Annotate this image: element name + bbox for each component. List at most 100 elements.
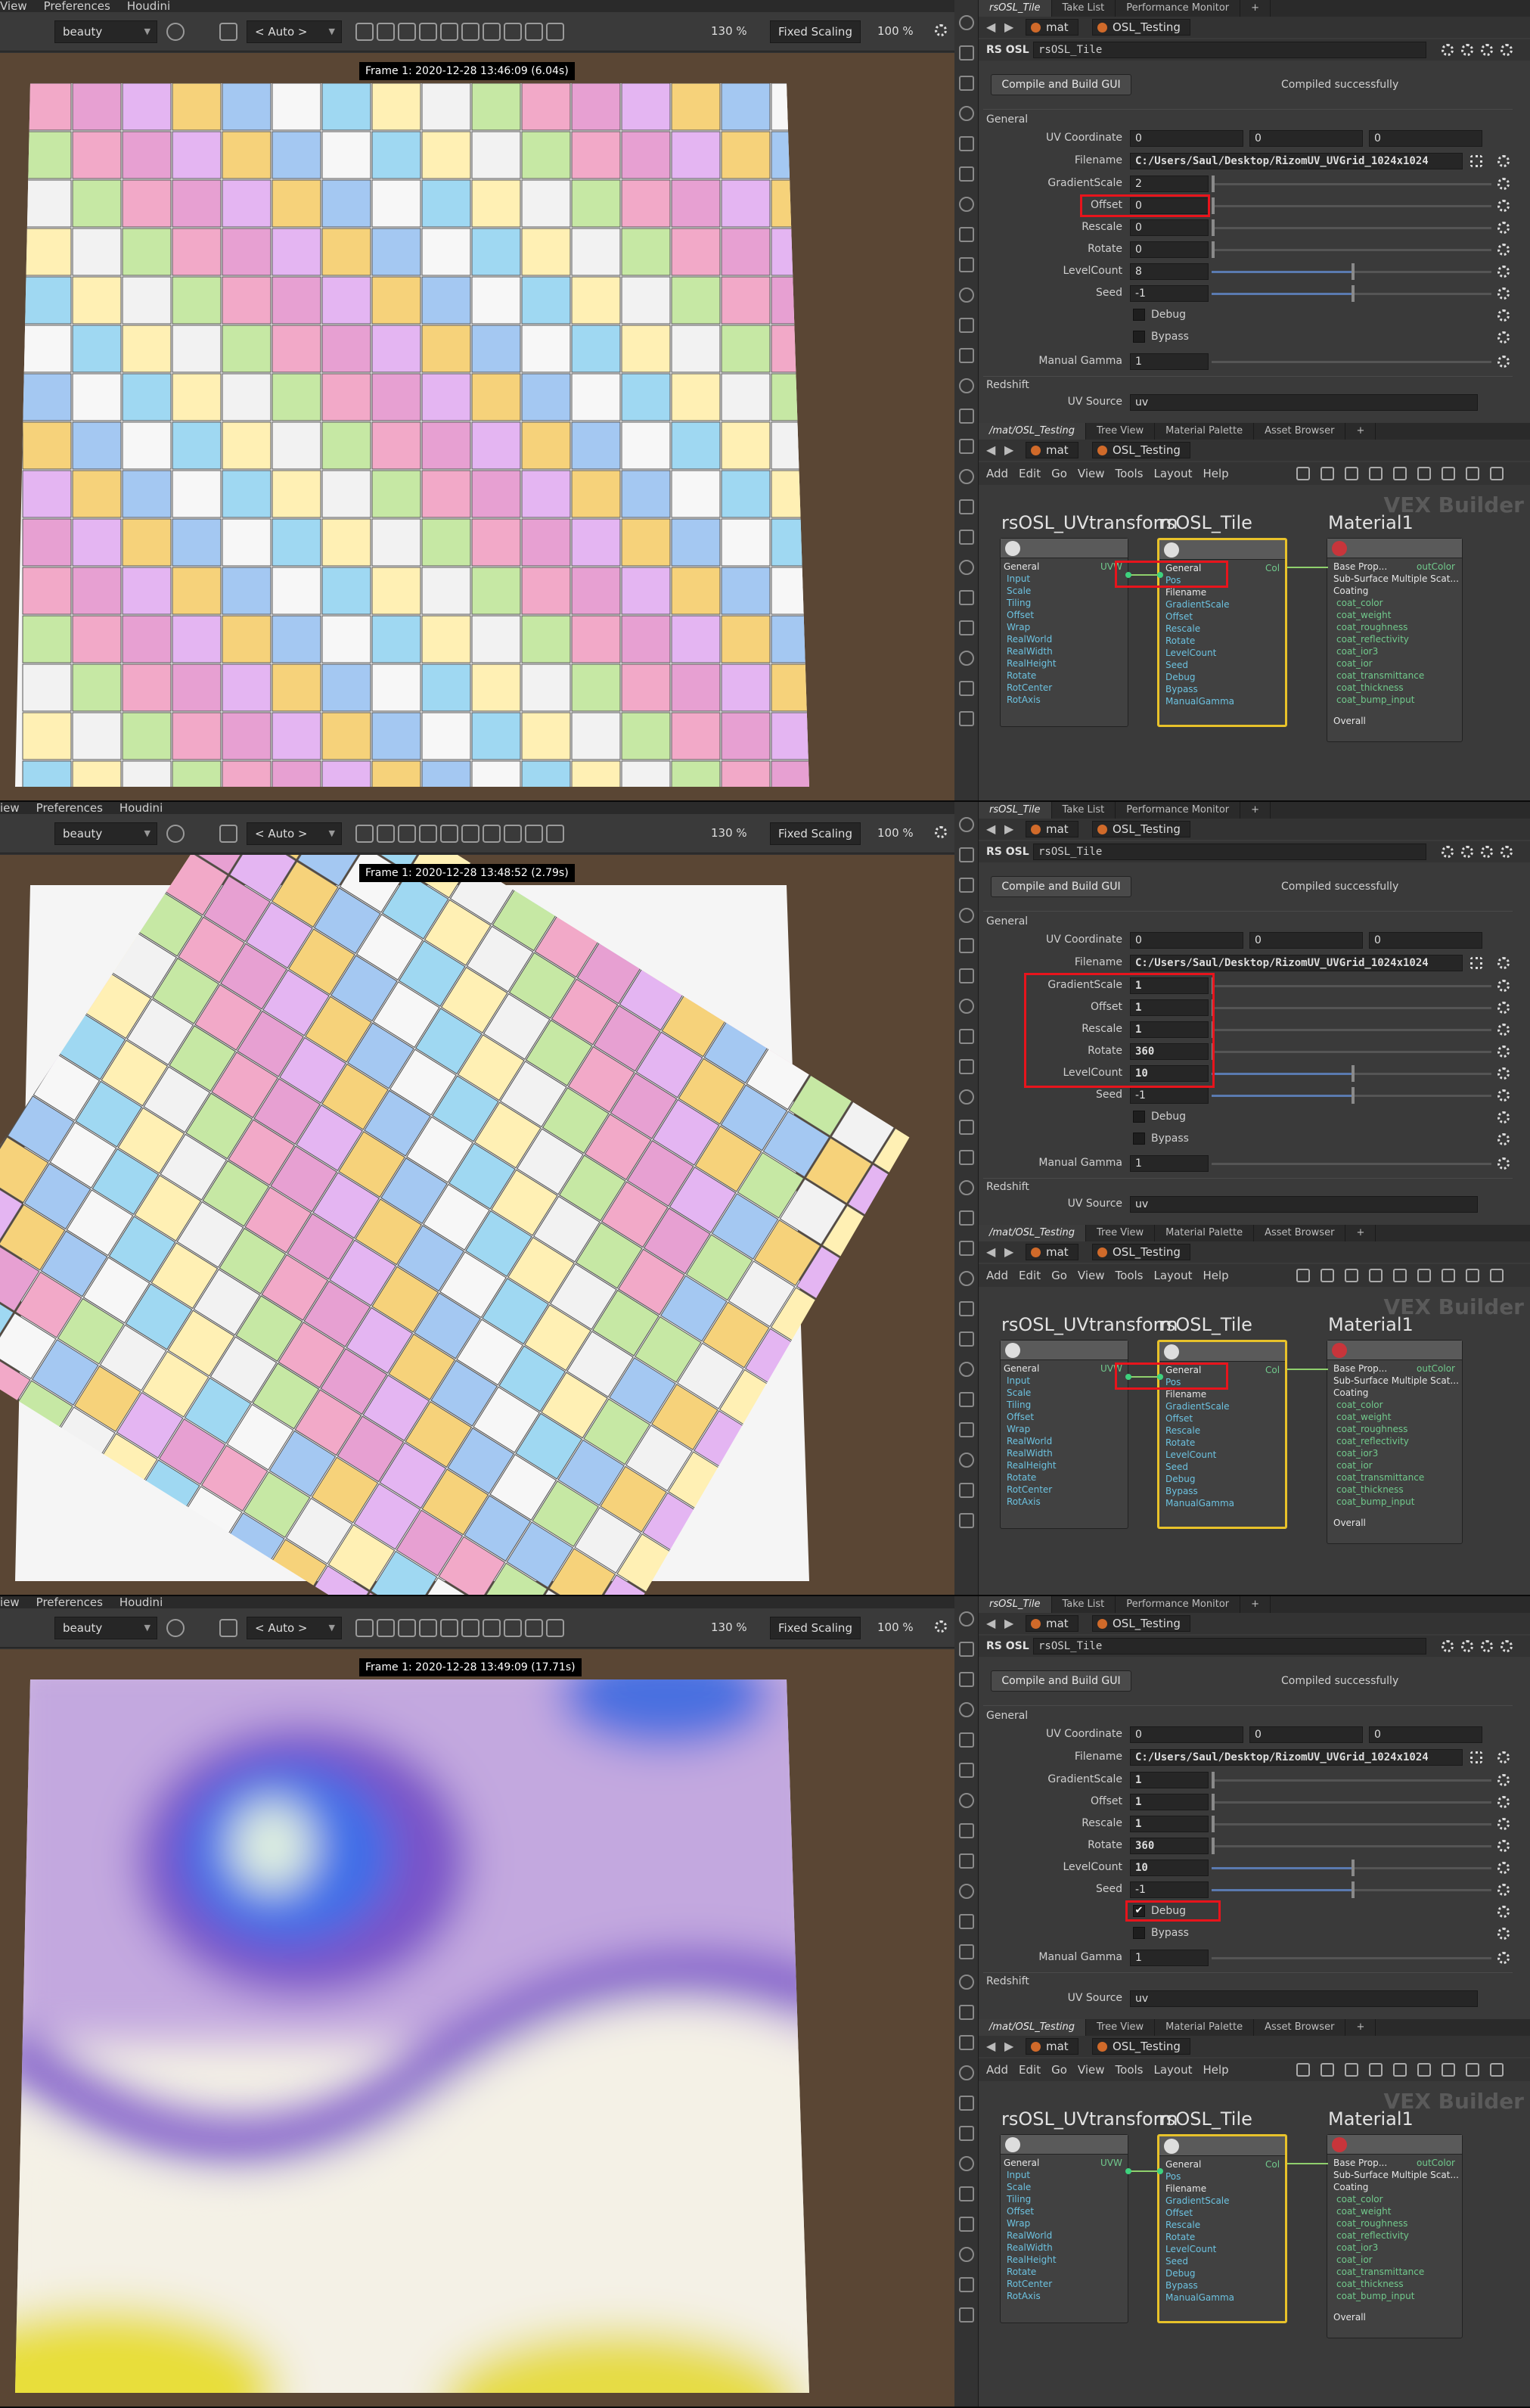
slider-knob[interactable] <box>1212 1794 1215 1810</box>
port-in-wrap[interactable]: Wrap <box>1007 622 1030 633</box>
aov-icon[interactable] <box>166 1619 185 1637</box>
slider-knob[interactable] <box>1212 1816 1215 1832</box>
slider-knob[interactable] <box>1212 241 1215 258</box>
param-field-rescale[interactable]: 1 <box>1130 1816 1209 1832</box>
tab-1[interactable]: Take List <box>1052 0 1116 17</box>
param-gear-icon[interactable] <box>1497 1067 1510 1080</box>
port-in-input[interactable]: Input <box>1007 1375 1030 1387</box>
param-slider[interactable] <box>1212 263 1491 280</box>
tab-1[interactable]: Take List <box>1052 1596 1116 1613</box>
port-in-rotate[interactable]: Rotate <box>1007 670 1036 682</box>
port-in-coat-roughness[interactable]: coat_roughness <box>1336 1424 1407 1435</box>
percent-field[interactable]: 100 % <box>870 1617 923 1639</box>
port-in-manualgamma[interactable]: ManualGamma <box>1165 696 1234 707</box>
port-in-coat-thickness[interactable]: coat_thickness <box>1336 2279 1404 2290</box>
grid-icon[interactable] <box>377 825 395 843</box>
tool-icon[interactable] <box>959 2307 974 2323</box>
port-in-wrap[interactable]: Wrap <box>1007 1424 1030 1435</box>
port-in-coat-thickness[interactable]: coat_thickness <box>1336 1484 1404 1496</box>
param-gear-icon[interactable] <box>1497 1818 1510 1830</box>
network-menu-view[interactable]: View <box>1078 1264 1105 1287</box>
slider-knob[interactable] <box>1212 1772 1215 1788</box>
param-field-levelcount[interactable]: 8 <box>1130 263 1209 280</box>
tool-icon[interactable] <box>959 1453 974 1468</box>
port-out-color[interactable]: outColor <box>1417 561 1455 573</box>
port-in-offset[interactable]: Offset <box>1165 2208 1193 2219</box>
uv-coordinate-2[interactable]: 0 <box>1369 932 1482 949</box>
display-icon[interactable] <box>1442 1269 1455 1282</box>
forward-arrow-icon[interactable]: ▶ <box>1004 819 1013 840</box>
port-in-rotaxis[interactable]: RotAxis <box>1007 1496 1041 1508</box>
crop-icon[interactable] <box>219 1619 237 1637</box>
tool-icon[interactable] <box>959 469 974 484</box>
tab-3[interactable]: + <box>1240 0 1271 17</box>
tool-icon[interactable] <box>959 166 974 182</box>
param-slider[interactable] <box>1212 176 1491 192</box>
crop-icon[interactable] <box>219 825 237 843</box>
back-arrow-icon[interactable]: ◀ <box>986 2036 995 2057</box>
compile-build-button[interactable]: Compile and Build GUI <box>991 1670 1131 1692</box>
param-gear-icon[interactable] <box>1497 1906 1510 1918</box>
snowflake-icon[interactable] <box>398 23 416 41</box>
network-menu-tools[interactable]: Tools <box>1116 462 1144 485</box>
back-arrow-icon[interactable]: ◀ <box>986 1241 995 1263</box>
menu-item-1[interactable]: Preferences <box>36 1596 103 1608</box>
filename-field[interactable]: C:/Users/Saul/Desktop/RizomUV_UVGrid_102… <box>1130 1749 1463 1766</box>
port-out-color[interactable]: outColor <box>1417 1363 1455 1375</box>
port-in-coat-ior[interactable]: coat_ior <box>1336 658 1373 670</box>
param-field-seed[interactable]: -1 <box>1130 1087 1209 1104</box>
save-icon[interactable] <box>546 23 564 41</box>
gear-icon[interactable] <box>1442 1640 1454 1652</box>
tool-icon[interactable] <box>959 1180 974 1195</box>
port-in-coat-weight[interactable]: coat_weight <box>1336 1412 1391 1423</box>
port-in-rescale[interactable]: Rescale <box>1165 623 1200 635</box>
grid-icon[interactable] <box>1345 2063 1358 2077</box>
param-gear-icon[interactable] <box>1497 1133 1510 1145</box>
tool-icon[interactable] <box>959 817 974 832</box>
param-slider[interactable] <box>1212 1838 1491 1854</box>
network-menu-help[interactable]: Help <box>1203 1264 1228 1287</box>
port-in-rotcenter[interactable]: RotCenter <box>1007 682 1052 694</box>
port-in-realheight[interactable]: RealHeight <box>1007 658 1057 670</box>
port-in-gradientscale[interactable]: GradientScale <box>1165 2195 1230 2207</box>
port-in-coat-bump-input[interactable]: coat_bump_input <box>1336 2291 1414 2302</box>
network-tab-2[interactable]: Material Palette <box>1155 423 1255 440</box>
uv-source-field[interactable]: uv <box>1130 1990 1478 2007</box>
tool-icon[interactable] <box>959 197 974 212</box>
port-in-manualgamma[interactable]: ManualGamma <box>1165 2292 1234 2304</box>
percent-field[interactable]: 100 % <box>870 822 923 845</box>
param-gear-icon[interactable] <box>1497 1952 1510 1964</box>
port-in-coat-color[interactable]: coat_color <box>1336 598 1383 609</box>
port-in-realworld[interactable]: RealWorld <box>1007 2230 1052 2242</box>
network-menu-help[interactable]: Help <box>1203 2058 1228 2081</box>
bypass-checkbox[interactable] <box>1133 1133 1145 1145</box>
file-browse-icon[interactable] <box>1470 1751 1482 1763</box>
port-in-coat-bump-input[interactable]: coat_bump_input <box>1336 1496 1414 1508</box>
manual-gamma-field[interactable]: 1 <box>1130 353 1209 370</box>
settings-gear-icon[interactable] <box>935 826 947 838</box>
debug-checkbox[interactable] <box>1133 1111 1145 1123</box>
port-in-offset[interactable]: Offset <box>1007 2206 1034 2217</box>
param-gear-icon[interactable] <box>1497 1089 1510 1101</box>
network-tab-3[interactable]: Asset Browser <box>1254 1225 1346 1241</box>
network-menu-tools[interactable]: Tools <box>1116 1264 1144 1287</box>
tool-icon[interactable] <box>959 287 974 303</box>
network-menu-edit[interactable]: Edit <box>1019 1264 1041 1287</box>
tool-icon[interactable] <box>959 1120 974 1135</box>
zoom-icon[interactable] <box>1466 467 1479 480</box>
port-in-offset[interactable]: Offset <box>1165 611 1193 623</box>
network-menu-go[interactable]: Go <box>1051 2058 1067 2081</box>
lock-icon[interactable] <box>355 825 374 843</box>
help-icon[interactable] <box>1461 846 1473 858</box>
uv-coordinate-0[interactable]: 0 <box>1130 932 1243 949</box>
settings-gear-icon[interactable] <box>935 1620 947 1633</box>
network-path-node[interactable]: OSL_Testing <box>1092 1244 1190 1260</box>
slider-knob[interactable] <box>1212 1838 1215 1854</box>
port-in-coat-weight[interactable]: coat_weight <box>1336 2206 1391 2217</box>
node-name-field[interactable]: rsOSL_Tile <box>1033 1638 1426 1655</box>
param-gear-icon[interactable] <box>1497 1796 1510 1808</box>
note-icon[interactable] <box>1369 467 1383 480</box>
grid-icon[interactable] <box>377 23 395 41</box>
network-path-root[interactable]: mat <box>1026 442 1078 458</box>
network-menu-add[interactable]: Add <box>986 1264 1008 1287</box>
